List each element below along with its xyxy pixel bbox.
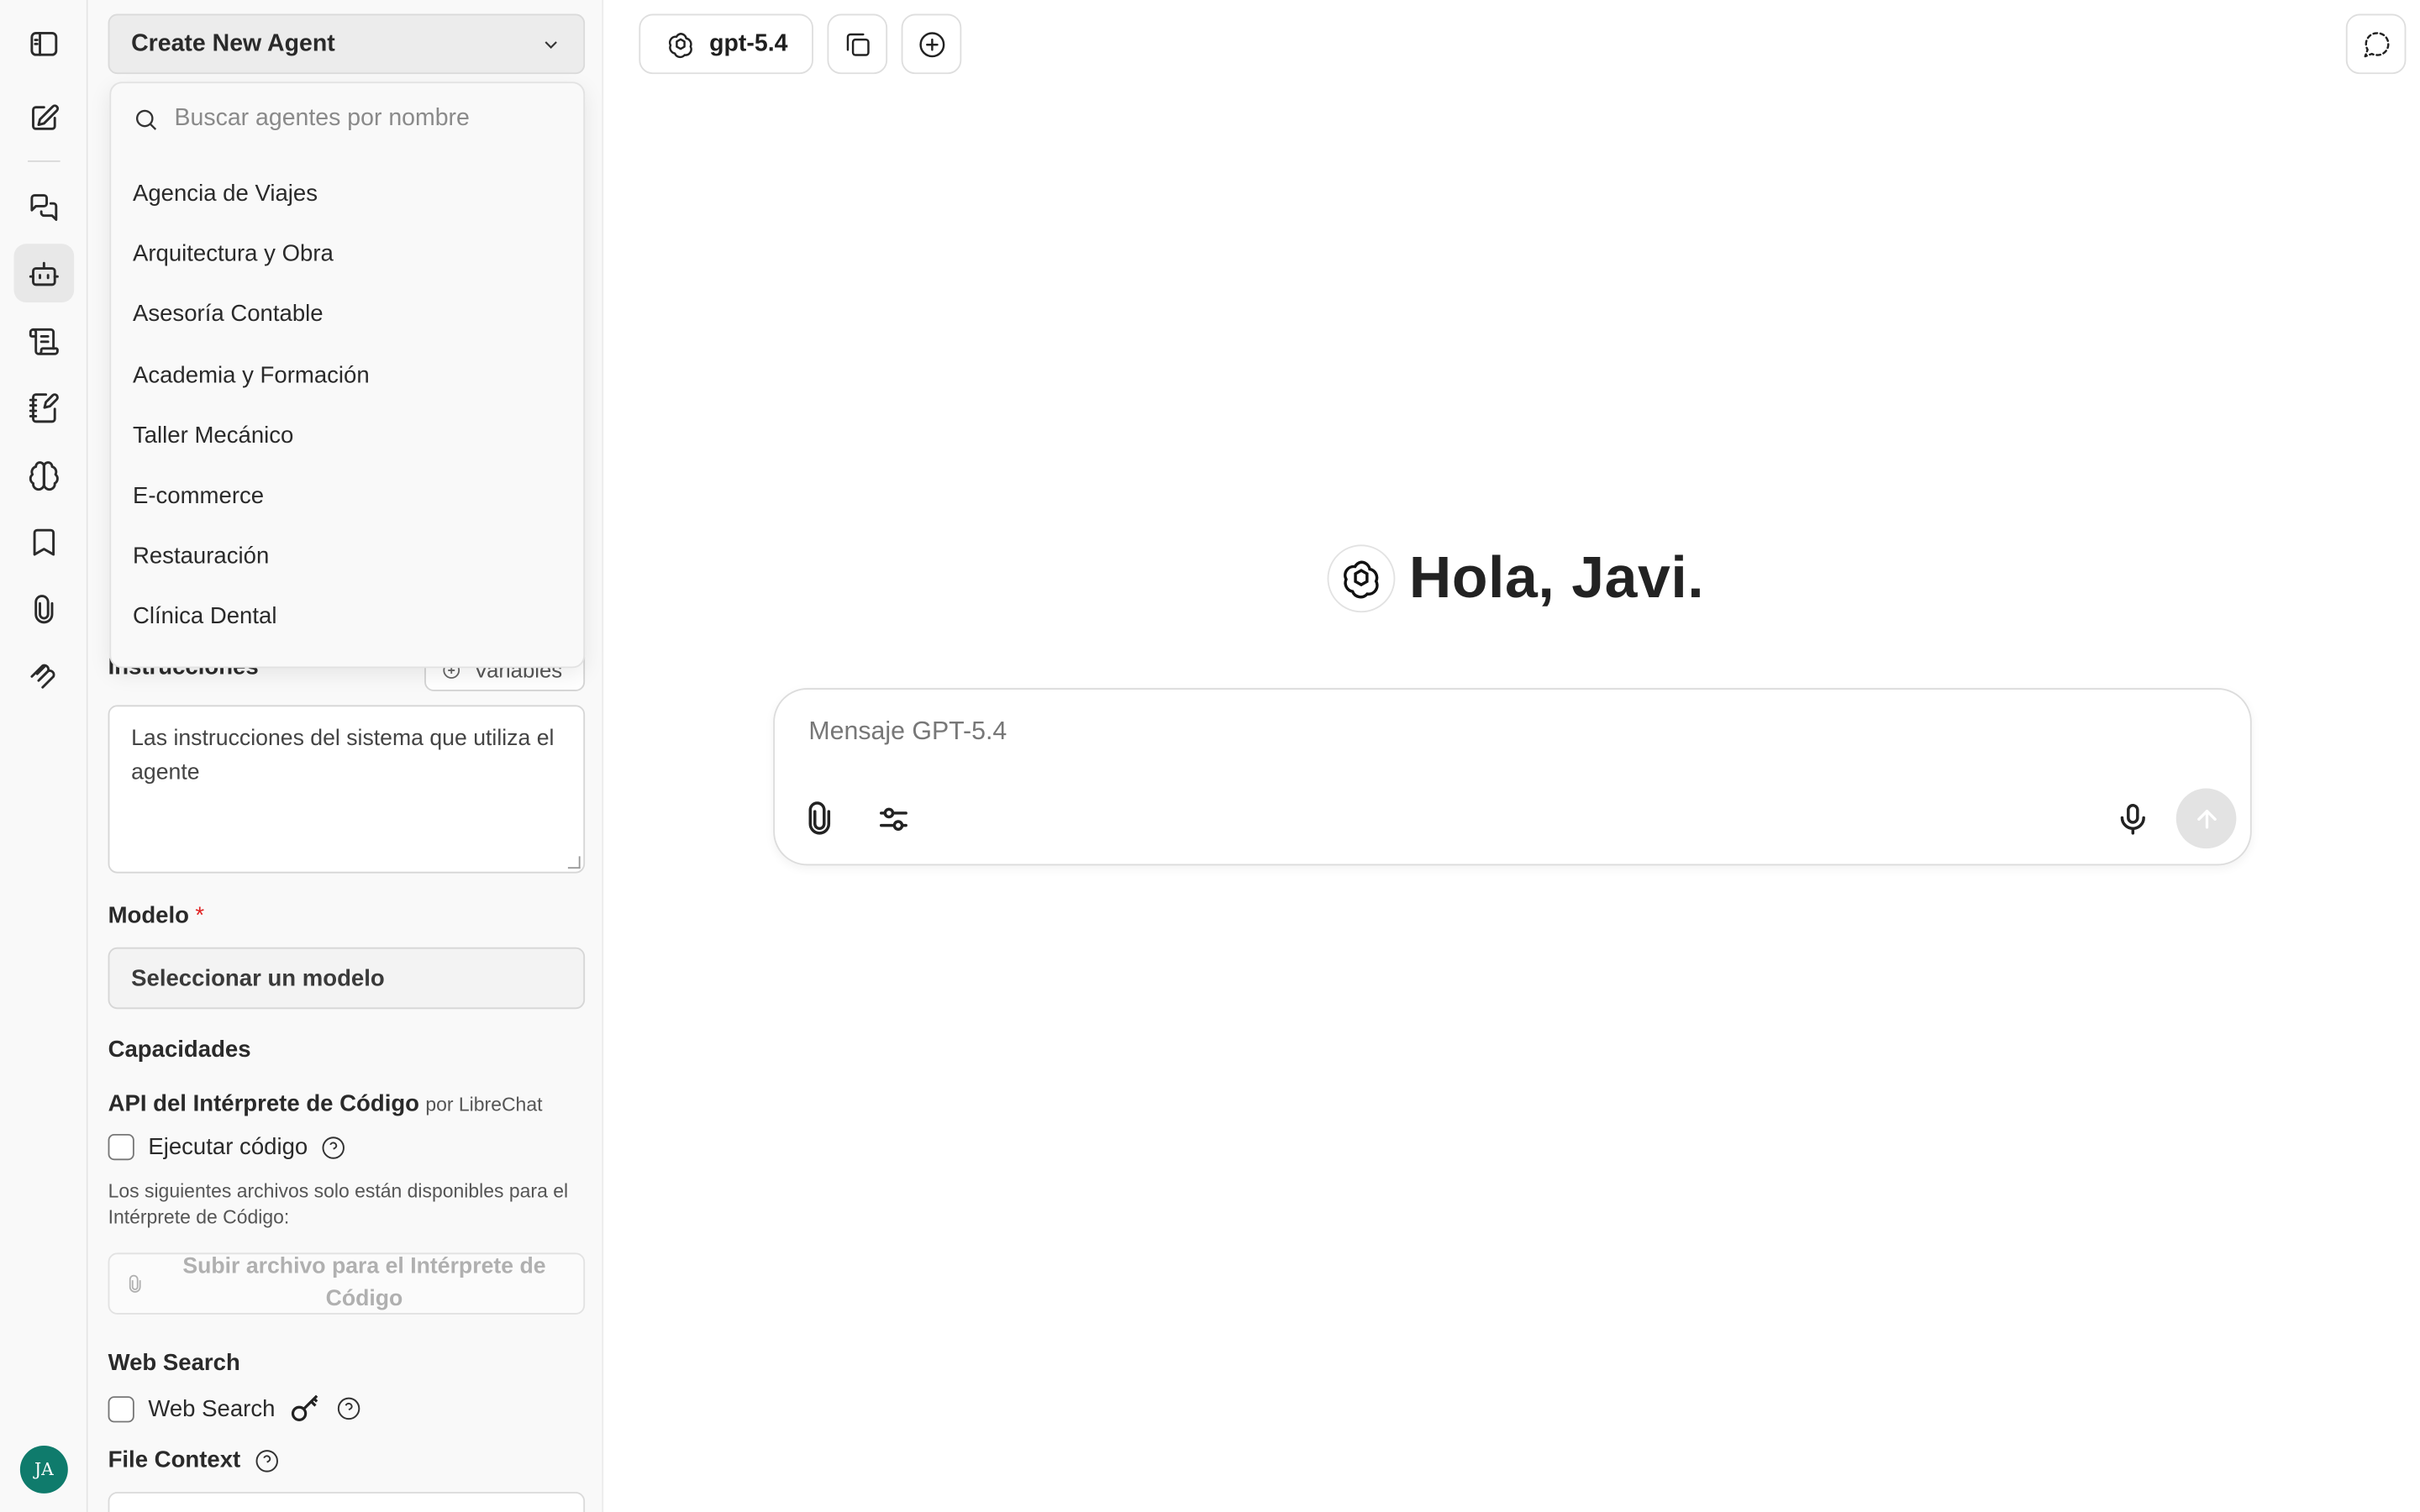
instructions-placeholder: Las instrucciones del sistema que utiliz… (131, 727, 555, 785)
web-search-checkbox[interactable] (108, 1395, 134, 1422)
copy-button[interactable] (827, 13, 888, 75)
temporary-chat-button[interactable] (2345, 13, 2407, 75)
model-label-text: Modelo (108, 902, 189, 929)
new-chat-button[interactable] (901, 13, 962, 75)
chats-icon[interactable] (14, 177, 75, 236)
agent-select[interactable]: Create New Agent (108, 13, 586, 75)
avatar[interactable]: JA (19, 1445, 68, 1494)
rail-divider (28, 160, 60, 162)
help-icon[interactable] (322, 1135, 346, 1159)
agent-option[interactable]: Clínica Dental (133, 603, 277, 629)
agent-option[interactable]: Agencia de Viajes (133, 181, 318, 207)
code-api-by: por LibreChat (425, 1094, 543, 1116)
run-code-checkbox[interactable] (108, 1133, 134, 1161)
model-name: gpt-5.4 (709, 29, 788, 57)
microphone-icon[interactable] (2114, 801, 2151, 837)
arrow-up-icon (2196, 809, 2216, 828)
agent-option[interactable]: Restauración (133, 543, 269, 570)
model-label: Modelo * (108, 902, 205, 928)
openai-icon (1344, 560, 1379, 599)
required-mark: * (195, 902, 205, 929)
web-search-title: Web Search (108, 1350, 240, 1377)
agent-select-label: Create New Agent (131, 29, 335, 57)
agent-dropdown: Buscar agentes por nombre Agencia de Via… (109, 81, 586, 669)
help-icon[interactable] (337, 1396, 361, 1420)
agents-icon[interactable] (13, 244, 75, 302)
brain-icon[interactable] (14, 446, 75, 505)
sidebar-toggle-icon[interactable] (14, 14, 75, 73)
settings-sliders-icon[interactable] (875, 801, 912, 837)
greeting-text: Hola, Javi. (1408, 545, 1705, 611)
code-api-label: API del Intérprete de Código (108, 1090, 420, 1117)
file-context-row: File Context (108, 1447, 280, 1473)
model-select[interactable]: Seleccionar un modelo (108, 947, 586, 1010)
upload-label: Subir archivo para el Intérprete de Códi… (182, 1254, 546, 1312)
agent-option[interactable]: Asesoría Contable (133, 301, 324, 327)
web-search-row: Web Search (108, 1392, 362, 1425)
openai-logo (1327, 544, 1396, 613)
bookmarks-icon[interactable] (14, 512, 75, 571)
files-note: Los siguientes archivos solo están dispo… (108, 1180, 569, 1229)
agent-option[interactable]: Arquitectura y Obra (133, 241, 334, 267)
file-context-label: File Context (108, 1446, 241, 1474)
run-code-row: Ejecutar código (108, 1133, 347, 1161)
plus-circle-icon (918, 31, 944, 57)
paperclip-icon (129, 1273, 141, 1292)
icon-rail: JA (0, 0, 88, 1512)
dashed-chat-icon (2363, 31, 2389, 57)
attachments-icon[interactable] (14, 580, 75, 639)
run-code-label: Ejecutar código (148, 1133, 308, 1161)
help-icon[interactable] (255, 1448, 279, 1473)
memories-icon[interactable] (14, 378, 75, 437)
upload-code-file-button[interactable]: Subir archivo para el Intérprete de Códi… (108, 1252, 586, 1315)
composer-placeholder: Mensaje GPT-5.4 (808, 717, 1007, 746)
agent-option[interactable]: E-commerce (133, 483, 264, 509)
paperclip-icon[interactable] (801, 801, 838, 837)
mcp-icon[interactable] (14, 647, 75, 706)
code-api-title: API del Intérprete de Código por LibreCha… (108, 1091, 543, 1117)
prompts-icon[interactable] (14, 312, 75, 370)
chevron-down-icon (544, 40, 557, 49)
instructions-textarea[interactable]: Las instrucciones del sistema que utiliz… (108, 705, 586, 874)
search-icon (135, 108, 157, 129)
send-button[interactable] (2175, 788, 2237, 849)
file-context-upload[interactable] (108, 1492, 586, 1512)
message-composer[interactable]: Mensaje GPT-5.4 (773, 688, 2252, 866)
agent-option[interactable]: Academia y Formación (133, 363, 370, 389)
key-icon[interactable] (289, 1392, 323, 1425)
resize-handle[interactable] (567, 856, 581, 869)
new-chat-icon[interactable] (14, 88, 75, 147)
agent-option[interactable]: Taller Mecánico (133, 423, 293, 449)
copy-icon (845, 32, 869, 55)
web-search-label: Web Search (148, 1395, 276, 1422)
agent-search-input[interactable]: Buscar agentes por nombre (133, 105, 470, 133)
model-selector-button[interactable]: gpt-5.4 (639, 13, 813, 75)
agent-search-placeholder: Buscar agentes por nombre (174, 104, 470, 132)
openai-icon (668, 32, 692, 58)
greeting: Hola, Javi. (1327, 544, 1705, 613)
capabilities-title: Capacidades (108, 1037, 251, 1063)
